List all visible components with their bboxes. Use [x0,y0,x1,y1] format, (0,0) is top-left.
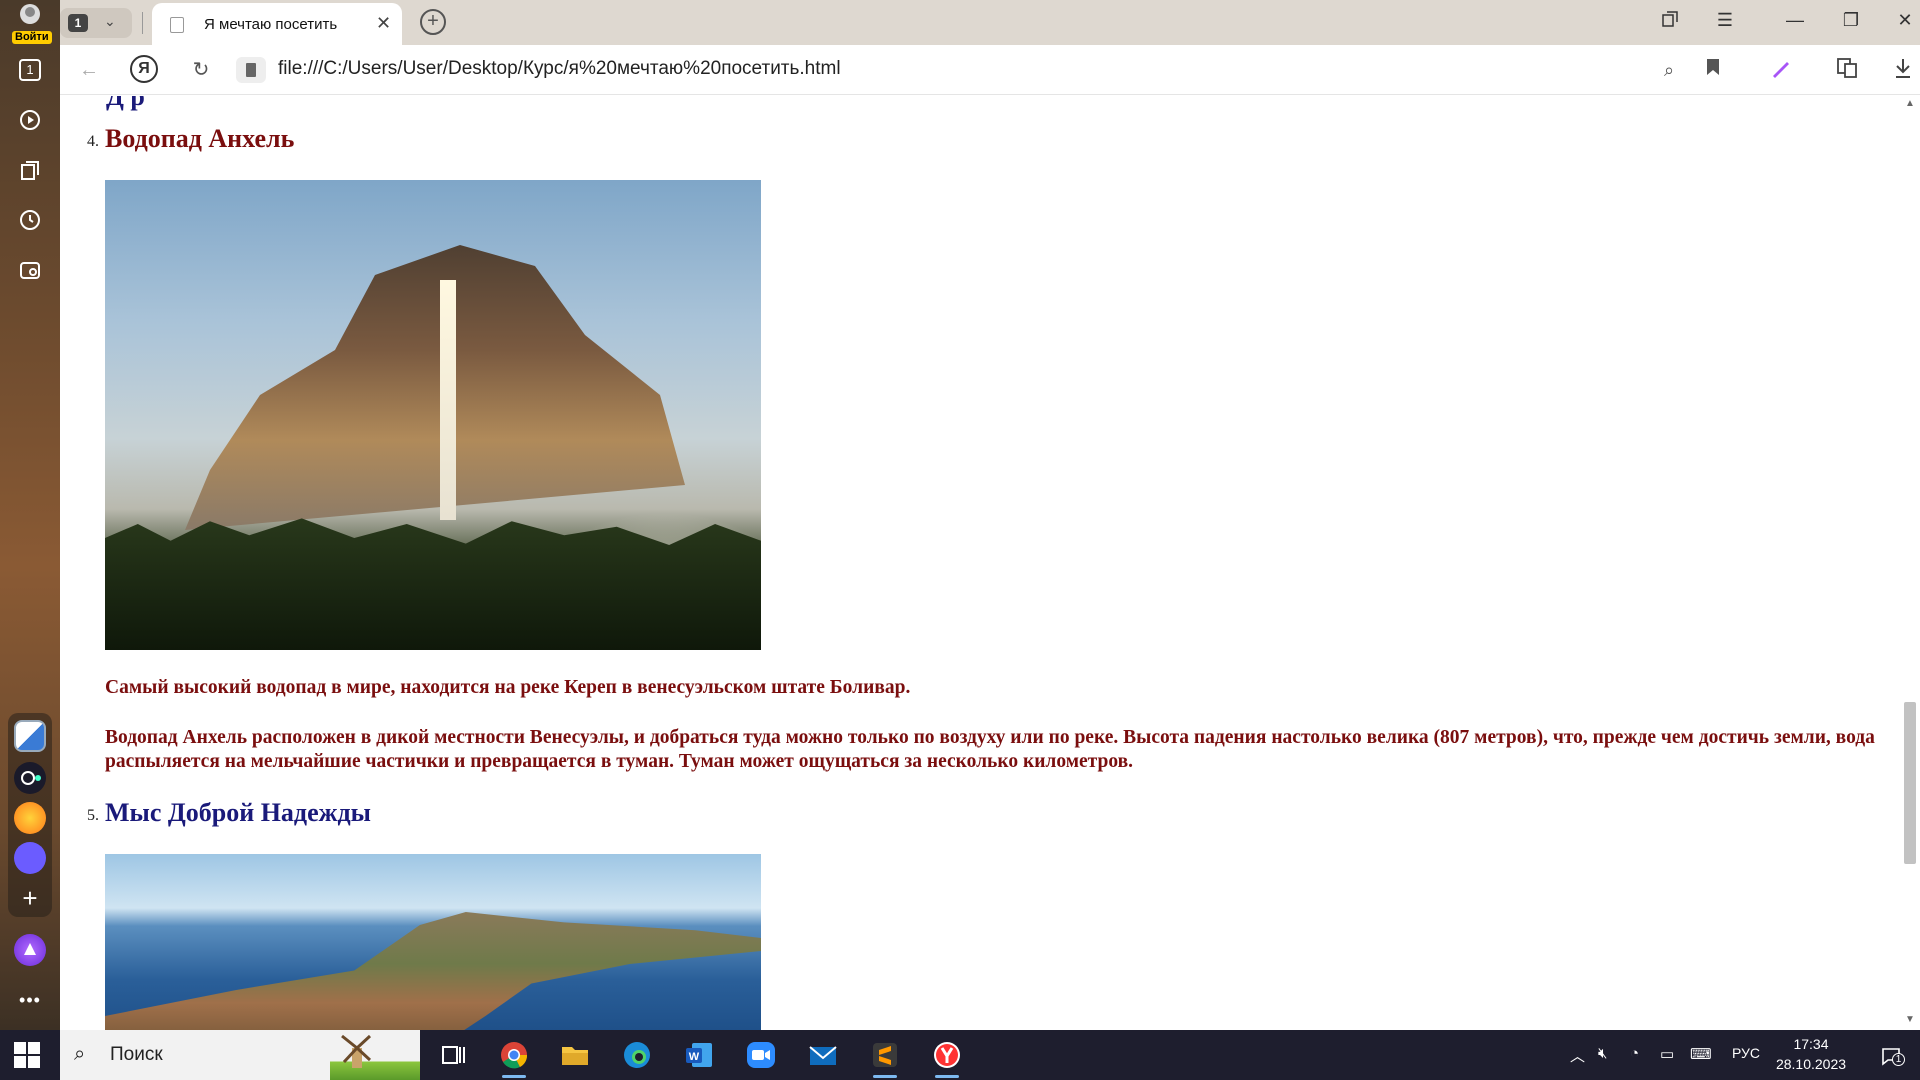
tab-title: Я мечтаю посетить [204,16,338,33]
clock-time: 17:34 [1793,1036,1829,1052]
windmill-illustration [330,1034,420,1080]
reload-icon[interactable]: ↻ [188,57,214,83]
network-icon[interactable]: ◔ [1630,1045,1639,1062]
tab-active[interactable]: Я мечтаю посетить ✕ [152,3,402,45]
menu-icon[interactable]: ☰ [1710,10,1740,31]
collections-panel-icon[interactable] [1655,10,1685,33]
cape-of-good-hope-image [105,854,761,1030]
language-indicator[interactable]: РУС [1732,1045,1760,1061]
close-window-button[interactable]: ✕ [1890,10,1920,31]
navigation-bar: ← Я ↻ file:///C:/Users/User/Desktop/Курс… [60,45,1920,95]
file-explorer-icon[interactable] [558,1039,592,1071]
yandex-button[interactable]: Я [130,55,158,83]
item-paragraph: Водопад Анхель расположен в дикой местно… [105,727,1875,772]
svg-text:W: W [689,1051,700,1063]
zoom-icon[interactable] [744,1039,778,1071]
login-button[interactable]: Войти [8,4,52,44]
list-number: 5. [87,807,99,824]
login-label: Войти [12,31,52,44]
tab-strip: 1 ⌄ Я мечтаю посетить ✕ + ☰ — ❐ ✕ [60,0,1920,45]
play-icon[interactable] [12,102,48,138]
search-placeholder: Поиск [110,1044,163,1065]
search-page-icon[interactable]: ⌕ [1656,57,1682,83]
item-paragraph: Самый высокий водопад в мире, находится … [105,677,911,698]
volume-muted-icon[interactable]: 🔇︎ [1598,1045,1607,1062]
start-button[interactable] [14,1042,40,1068]
mail-icon[interactable] [806,1039,840,1071]
previous-item-cut: Д р [106,96,145,111]
history-icon[interactable] [12,202,48,238]
chrome-icon[interactable] [497,1039,531,1078]
tab-divider [142,12,143,34]
sublime-text-icon[interactable] [868,1039,902,1078]
collections-icon[interactable] [12,152,48,188]
scroll-up-arrow[interactable]: ▲ [1905,98,1915,109]
chevron-down-icon: ⌄ [104,13,116,29]
alice-icon[interactable] [14,934,46,966]
list-number: 4. [87,133,99,150]
restore-button[interactable]: ❐ [1836,10,1866,31]
notifications-icon[interactable]: 1 [1880,1045,1905,1071]
screenshot-icon[interactable] [12,252,48,288]
tab-list-button[interactable]: 1 ⌄ [60,8,132,38]
new-tab-button[interactable]: + [420,9,446,35]
search-icon: ⌕ [74,1043,86,1065]
app-circle-icon[interactable] [14,762,46,794]
pen-icon[interactable] [1768,57,1794,83]
word-icon[interactable]: W [682,1039,716,1071]
bookmark-icon[interactable] [1700,57,1726,83]
minimize-button[interactable]: — [1780,10,1810,31]
clock-date: 28.10.2023 [1775,1056,1847,1072]
app-orange-icon[interactable] [14,802,46,834]
edge-icon[interactable] [620,1039,654,1071]
page-content: Д р 4. Водопад Анхель Самый высокий водо… [60,96,1900,1030]
image-mesa [185,245,685,530]
clock[interactable]: 17:34 28.10.2023 [1766,1034,1856,1074]
close-tab-icon[interactable]: ✕ [376,13,391,34]
item-title: Мыс Доброй Надежды [105,798,371,827]
browser-sidebar: Войти 1 + ••• [0,0,60,1030]
back-icon[interactable]: ← [76,57,102,83]
battery-icon[interactable]: ▭ [1660,1045,1674,1063]
more-icon[interactable]: ••• [12,982,48,1018]
translate-icon[interactable] [1834,57,1860,83]
tray-expand-icon[interactable]: ︿ [1570,1045,1585,1066]
item-title: Водопад Анхель [105,124,295,153]
tab-count: 1 [68,14,88,32]
scroll-thumb[interactable] [1904,702,1916,864]
download-icon[interactable] [1890,57,1916,83]
scroll-down-arrow[interactable]: ▼ [1905,1014,1915,1025]
angel-falls-image [105,180,761,650]
messenger-icon[interactable] [14,842,46,874]
task-view-icon[interactable] [436,1039,470,1071]
add-app-icon[interactable]: + [12,880,48,916]
page-scrollbar[interactable]: ▲ ▼ [1900,96,1920,1030]
keyboard-icon[interactable]: ⌨ [1690,1045,1712,1063]
notifications-count: 1 [1892,1053,1905,1066]
image-waterfall [440,280,456,520]
file-icon[interactable] [236,57,266,83]
yandex-browser-icon[interactable] [930,1039,964,1078]
taskbar-search[interactable]: ⌕ Поиск [60,1030,420,1080]
address-input[interactable]: file:///C:/Users/User/Desktop/Курс/я%20м… [278,58,841,80]
tabs-counter-button[interactable]: 1 [12,52,48,88]
image-land [105,912,761,1030]
taskbar: ⌕ Поиск W ︿ 🔇︎ ◔ ▭ ⌨ РУС 17:34 28.10.202… [0,1030,1920,1080]
image-forest [105,518,761,650]
avatar-icon [20,4,40,24]
widgets-icon[interactable] [14,720,46,752]
tabs-counter-label: 1 [19,59,41,81]
page-icon [170,17,184,33]
